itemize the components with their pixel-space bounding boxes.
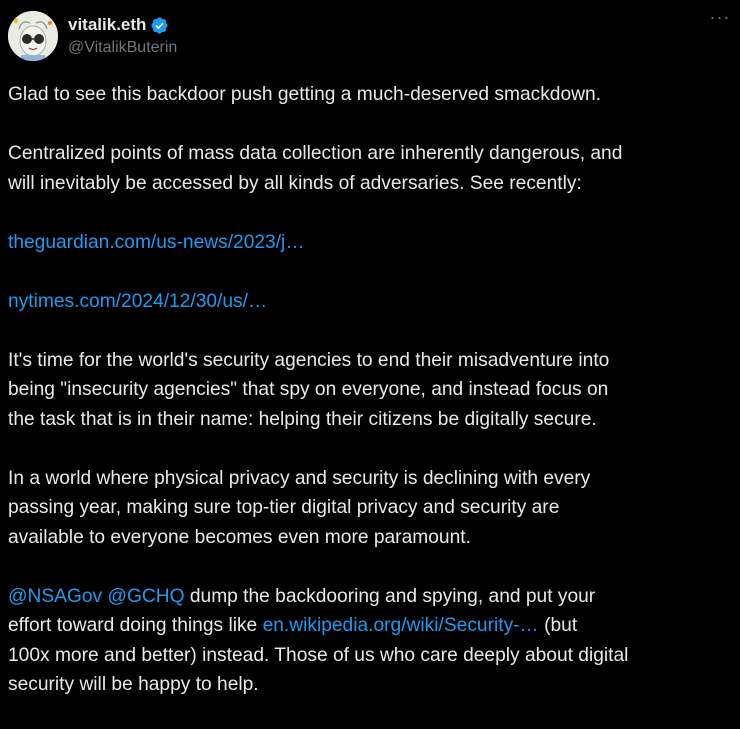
tweet-text: Glad to see this backdoor push getting a… — [8, 80, 734, 729]
display-name[interactable]: vitalik.eth — [68, 14, 146, 36]
paragraph-5-line-1-rest: dump the backdooring and spying, and put… — [184, 585, 596, 607]
tweet: vitalik.eth @VitalikButerin ··· Glad to … — [0, 0, 740, 718]
verified-badge-icon[interactable] — [150, 16, 169, 35]
paragraph-4-line-3: available to everyone becomes even more … — [8, 526, 471, 548]
guardian-link[interactable]: theguardian.com/us-news/2023/j… — [8, 232, 305, 253]
name-row: vitalik.eth — [68, 14, 177, 36]
paragraph-5: @NSAGov @GCHQ dump the backdooring and s… — [8, 582, 734, 700]
link-paragraph-2: nytimes.com/2024/12/30/us/… — [8, 287, 734, 317]
avatar-illustration-icon — [8, 11, 58, 61]
paragraph-5-line-2-start: effort toward doing things like — [8, 615, 263, 636]
nytimes-link[interactable]: nytimes.com/2024/12/30/us/… — [8, 291, 267, 312]
paragraph-1: Glad to see this backdoor push getting a… — [8, 80, 734, 110]
paragraph-5-line-4: security will be happy to help. — [8, 674, 259, 695]
paragraph-5-line-2-end: (but — [538, 615, 578, 636]
author-names: vitalik.eth @VitalikButerin — [68, 14, 177, 58]
link-paragraph-1: theguardian.com/us-news/2023/j… — [8, 228, 734, 258]
mention-nsagov[interactable]: @NSAGov — [8, 586, 102, 607]
paragraph-1-text: Glad to see this backdoor push getting a… — [8, 84, 602, 105]
more-options-icon[interactable]: ··· — [708, 8, 732, 30]
paragraph-2-line-2: will inevitably be accessed by all kinds… — [8, 172, 582, 194]
paragraph-4: In a world where physical privacy and se… — [8, 464, 734, 553]
paragraph-2: Centralized points of mass data collecti… — [8, 139, 734, 198]
paragraph-3-line-3: the task that is in their name: helping … — [8, 408, 597, 430]
paragraph-3-line-1: It's time for the world's security agenc… — [8, 349, 610, 371]
mention-gchq[interactable]: @GCHQ — [107, 586, 184, 607]
author-handle[interactable]: @VitalikButerin — [68, 38, 177, 58]
paragraph-2-line-1: Centralized points of mass data collecti… — [8, 143, 623, 164]
paragraph-3: It's time for the world's security agenc… — [8, 346, 734, 435]
tweet-header: vitalik.eth @VitalikButerin — [8, 8, 728, 64]
paragraph-4-line-1: In a world where physical privacy and se… — [8, 467, 591, 489]
avatar[interactable] — [8, 11, 58, 61]
paragraph-5-line-3: 100x more and better) instead. Those of … — [8, 644, 629, 666]
paragraph-4-line-2: passing year, making sure top-tier digit… — [8, 497, 560, 518]
paragraph-3-line-2: being "insecurity agencies" that spy on … — [8, 379, 609, 400]
wikipedia-link[interactable]: en.wikipedia.org/wiki/Security-… — [263, 615, 539, 636]
